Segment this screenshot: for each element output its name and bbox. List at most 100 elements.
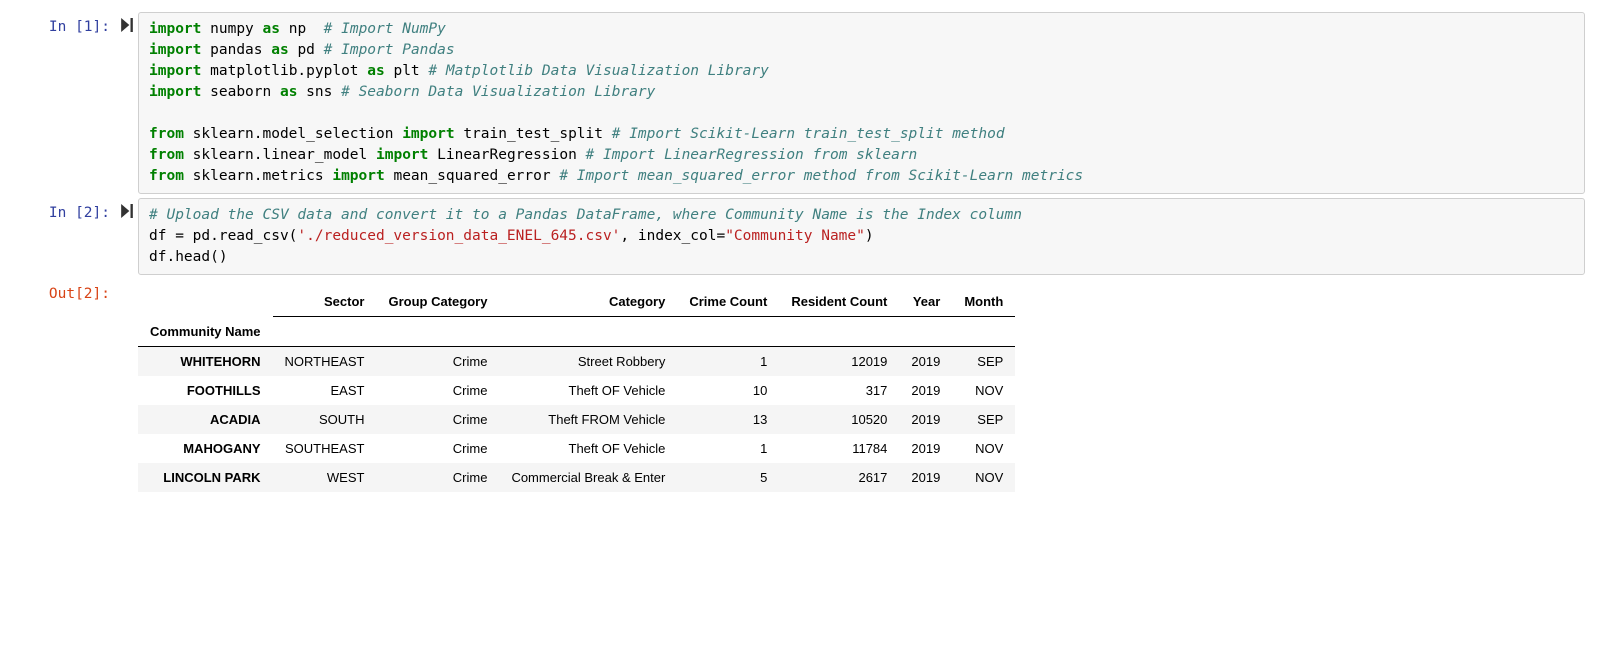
cell: SEP bbox=[952, 346, 1015, 376]
table-row: ACADIASOUTHCrimeTheft FROM Vehicle131052… bbox=[138, 405, 1015, 434]
code-token: pandas bbox=[210, 42, 262, 58]
code-token: # Import NumPy bbox=[324, 21, 446, 37]
cell: Crime bbox=[376, 463, 499, 492]
cell: Commercial Break & Enter bbox=[499, 463, 677, 492]
cell: SOUTH bbox=[273, 405, 377, 434]
code-token: # Import mean_squared_error method from … bbox=[559, 168, 1083, 184]
cell: 2019 bbox=[899, 376, 952, 405]
code-token: numpy bbox=[210, 21, 254, 37]
cell: NOV bbox=[952, 376, 1015, 405]
cell: EAST bbox=[273, 376, 377, 405]
cell: Theft OF Vehicle bbox=[499, 434, 677, 463]
row-index: FOOTHILLS bbox=[138, 376, 273, 405]
code-token: seaborn bbox=[210, 84, 271, 100]
code-token: import bbox=[149, 42, 201, 58]
cell: 12019 bbox=[779, 346, 899, 376]
code-token: import bbox=[149, 21, 201, 37]
code-token: pd bbox=[297, 42, 314, 58]
code-token: plt bbox=[393, 63, 419, 79]
column-header: Year bbox=[899, 287, 952, 317]
input-prompt: In [2]: bbox=[6, 198, 116, 222]
cell: SEP bbox=[952, 405, 1015, 434]
run-button[interactable] bbox=[116, 12, 138, 32]
row-index: MAHOGANY bbox=[138, 434, 273, 463]
code-token: sns bbox=[306, 84, 332, 100]
code-token: ) bbox=[865, 228, 874, 244]
cell: 2019 bbox=[899, 346, 952, 376]
code-token: df = pd.read_csv( bbox=[149, 228, 297, 244]
cell: 10520 bbox=[779, 405, 899, 434]
table-row: MAHOGANYSOUTHEASTCrimeTheft OF Vehicle11… bbox=[138, 434, 1015, 463]
cell: WEST bbox=[273, 463, 377, 492]
code-token: # Seaborn Data Visualization Library bbox=[341, 84, 655, 100]
table-row: WHITEHORNNORTHEASTCrimeStreet Robbery112… bbox=[138, 346, 1015, 376]
cell: 2617 bbox=[779, 463, 899, 492]
code-token: './reduced_version_data_ENEL_645.csv' bbox=[297, 228, 620, 244]
cell: Street Robbery bbox=[499, 346, 677, 376]
output-cell: Out[2]: SectorGroup CategoryCategoryCrim… bbox=[0, 279, 1603, 492]
code-token: matplotlib.pyplot bbox=[210, 63, 358, 79]
column-header: Resident Count bbox=[779, 287, 899, 317]
cell: 1 bbox=[677, 434, 779, 463]
cell: 5 bbox=[677, 463, 779, 492]
code-token: train_test_split bbox=[463, 126, 603, 142]
code-token: sklearn.model_selection bbox=[193, 126, 394, 142]
row-index: ACADIA bbox=[138, 405, 273, 434]
code-token: df.head() bbox=[149, 249, 228, 265]
code-token: import bbox=[402, 126, 454, 142]
column-header: Sector bbox=[273, 287, 377, 317]
code-token: # Upload the CSV data and convert it to … bbox=[149, 207, 1022, 223]
code-token: sklearn.metrics bbox=[193, 168, 324, 184]
code-token: # Matplotlib Data Visualization Library bbox=[428, 63, 768, 79]
table-row: FOOTHILLSEASTCrimeTheft OF Vehicle103172… bbox=[138, 376, 1015, 405]
code-cell: In [1]: import numpy as np # Import NumP… bbox=[0, 12, 1603, 194]
code-token: LinearRegression bbox=[437, 147, 577, 163]
cell: NOV bbox=[952, 434, 1015, 463]
cell: Crime bbox=[376, 376, 499, 405]
code-input[interactable]: # Upload the CSV data and convert it to … bbox=[138, 198, 1585, 275]
code-token: # Import LinearRegression from sklearn bbox=[586, 147, 918, 163]
index-name: Community Name bbox=[138, 317, 273, 347]
code-token: # Import Scikit-Learn train_test_split m… bbox=[612, 126, 1005, 142]
column-header: Group Category bbox=[376, 287, 499, 317]
output-spacer bbox=[116, 279, 138, 285]
cell: Theft OF Vehicle bbox=[499, 376, 677, 405]
cell: 10 bbox=[677, 376, 779, 405]
cell: NOV bbox=[952, 463, 1015, 492]
code-token: import bbox=[376, 147, 428, 163]
cell: 11784 bbox=[779, 434, 899, 463]
code-token: np bbox=[289, 21, 306, 37]
cell: SOUTHEAST bbox=[273, 434, 377, 463]
cell: 2019 bbox=[899, 463, 952, 492]
cell: 2019 bbox=[899, 405, 952, 434]
cell: 13 bbox=[677, 405, 779, 434]
output-prompt: Out[2]: bbox=[6, 279, 116, 303]
column-header: Month bbox=[952, 287, 1015, 317]
play-to-end-icon bbox=[121, 204, 133, 218]
row-index: LINCOLN PARK bbox=[138, 463, 273, 492]
run-button[interactable] bbox=[116, 198, 138, 218]
cell: 2019 bbox=[899, 434, 952, 463]
code-input[interactable]: import numpy as np # Import NumPy import… bbox=[138, 12, 1585, 194]
code-token: # Import Pandas bbox=[324, 42, 455, 58]
output-area: SectorGroup CategoryCategoryCrime CountR… bbox=[138, 279, 1585, 492]
cell: Crime bbox=[376, 346, 499, 376]
code-token: from bbox=[149, 126, 184, 142]
input-prompt: In [1]: bbox=[6, 12, 116, 36]
cell: NORTHEAST bbox=[273, 346, 377, 376]
code-token: , index_col= bbox=[620, 228, 725, 244]
dataframe-table: SectorGroup CategoryCategoryCrime CountR… bbox=[138, 287, 1015, 492]
code-token: sklearn.linear_model bbox=[193, 147, 368, 163]
code-token: as bbox=[280, 84, 297, 100]
column-header: Category bbox=[499, 287, 677, 317]
row-index: WHITEHORN bbox=[138, 346, 273, 376]
code-token: import bbox=[149, 63, 201, 79]
code-token: as bbox=[367, 63, 384, 79]
code-cell: In [2]: # Upload the CSV data and conver… bbox=[0, 198, 1603, 275]
cell: 1 bbox=[677, 346, 779, 376]
code-token: mean_squared_error bbox=[393, 168, 550, 184]
cell: Crime bbox=[376, 405, 499, 434]
code-token: import bbox=[149, 84, 201, 100]
code-token: from bbox=[149, 147, 184, 163]
cell: 317 bbox=[779, 376, 899, 405]
